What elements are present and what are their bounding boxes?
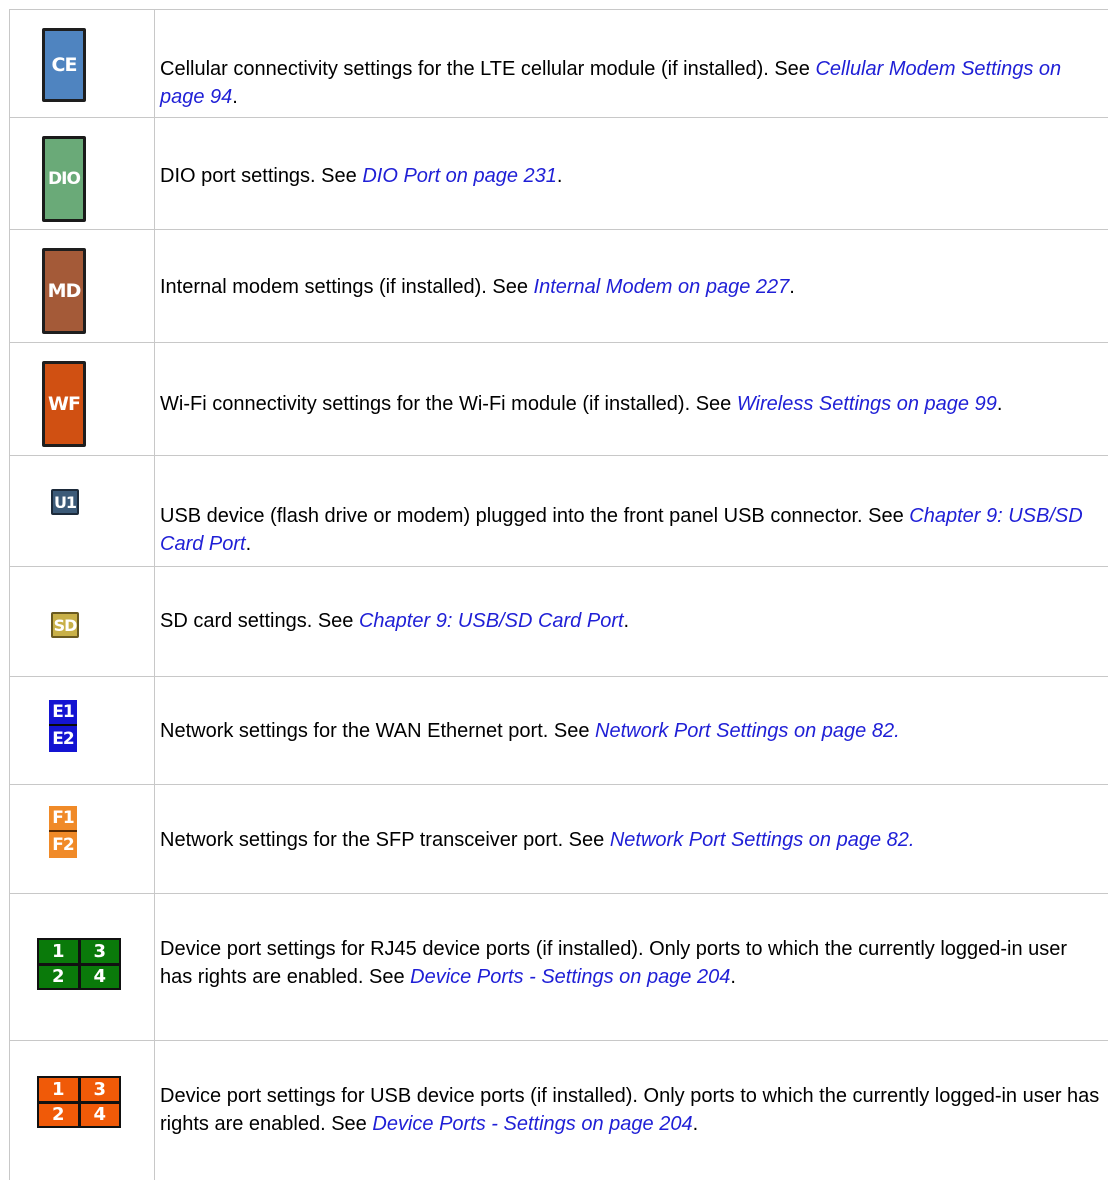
ethernet-port-2-icon[interactable]: E2 xyxy=(49,726,77,752)
table-border xyxy=(9,9,1108,10)
device-port-2-icon[interactable]: 2 xyxy=(39,1103,78,1126)
ethernet-ports-icon[interactable]: E1 E2 xyxy=(49,700,77,752)
row-description: Network settings for the SFP transceiver… xyxy=(160,829,915,851)
table-divider xyxy=(9,566,1108,567)
table-row: SD xyxy=(9,566,154,676)
row-description: Network settings for the WAN Ethernet po… xyxy=(160,720,900,742)
ethernet-port-1-icon[interactable]: E1 xyxy=(49,700,77,726)
cellular-icon[interactable]: CE xyxy=(42,28,86,102)
cross-reference-link[interactable]: Device Ports - Settings on page 204 xyxy=(372,1113,692,1135)
table-row: MD xyxy=(9,229,154,342)
table-row: DIO xyxy=(9,117,154,229)
device-port-3-icon[interactable]: 3 xyxy=(80,1078,119,1101)
table-row: E1 E2 xyxy=(9,676,154,784)
sfp-port-1-icon[interactable]: F1 xyxy=(49,806,77,832)
icon-reference-table: CE Cellular connectivity settings for th… xyxy=(9,9,1108,1180)
table-divider xyxy=(9,342,1108,343)
row-description: DIO port settings. See DIO Port on page … xyxy=(160,165,563,187)
row-description: USB device (flash drive or modem) plugge… xyxy=(160,505,1083,555)
usb-device-icon[interactable]: U1 xyxy=(51,489,79,515)
row-description: Wi-Fi connectivity settings for the Wi-F… xyxy=(160,393,1003,415)
sd-card-icon[interactable]: SD xyxy=(51,612,79,638)
table-divider xyxy=(9,117,1108,118)
table-divider xyxy=(9,1040,1108,1041)
table-row: F1 F2 xyxy=(9,784,154,893)
row-description: SD card settings. See Chapter 9: USB/SD … xyxy=(160,610,630,632)
sfp-port-2-icon[interactable]: F2 xyxy=(49,832,77,858)
table-row: U1 xyxy=(9,455,154,566)
device-port-3-icon[interactable]: 3 xyxy=(80,940,119,963)
wifi-icon[interactable]: WF xyxy=(42,361,86,447)
cross-reference-link[interactable]: DIO Port on page 231 xyxy=(362,165,557,187)
table-divider xyxy=(9,676,1108,677)
sfp-ports-icon[interactable]: F1 F2 xyxy=(49,806,77,858)
row-description: Device port settings for RJ45 device por… xyxy=(160,938,1068,988)
row-description: Internal modem settings (if installed). … xyxy=(160,276,795,298)
rj45-device-ports-icon[interactable]: 1 3 2 4 xyxy=(37,938,121,990)
cross-reference-link[interactable]: Chapter 9: USB/SD Card Port xyxy=(359,610,624,632)
cross-reference-link[interactable]: Internal Modem on page 227 xyxy=(534,276,790,298)
table-divider xyxy=(9,784,1108,785)
table-row: 1 3 2 4 xyxy=(9,1040,154,1180)
table-divider xyxy=(9,229,1108,230)
device-port-2-icon[interactable]: 2 xyxy=(39,965,78,988)
device-port-1-icon[interactable]: 1 xyxy=(39,1078,78,1101)
row-description: Device port settings for USB device port… xyxy=(160,1085,1100,1135)
cross-reference-link[interactable]: Wireless Settings on page 99 xyxy=(737,393,997,415)
table-row: CE xyxy=(9,9,154,117)
device-port-1-icon[interactable]: 1 xyxy=(39,940,78,963)
usb-device-ports-icon[interactable]: 1 3 2 4 xyxy=(37,1076,121,1128)
table-row: WF xyxy=(9,342,154,455)
dio-icon[interactable]: DIO xyxy=(42,136,86,222)
table-divider xyxy=(9,455,1108,456)
device-port-4-icon[interactable]: 4 xyxy=(80,1103,119,1126)
cross-reference-link[interactable]: Network Port Settings on page 82. xyxy=(610,829,915,851)
cross-reference-link[interactable]: Network Port Settings on page 82. xyxy=(595,720,900,742)
table-divider xyxy=(9,893,1108,894)
modem-icon[interactable]: MD xyxy=(42,248,86,334)
table-column-divider xyxy=(154,9,155,1180)
row-description: Cellular connectivity settings for the L… xyxy=(160,58,1062,108)
table-row: 1 3 2 4 xyxy=(9,893,154,1040)
cross-reference-link[interactable]: Device Ports - Settings on page 204 xyxy=(410,966,730,988)
device-port-4-icon[interactable]: 4 xyxy=(80,965,119,988)
